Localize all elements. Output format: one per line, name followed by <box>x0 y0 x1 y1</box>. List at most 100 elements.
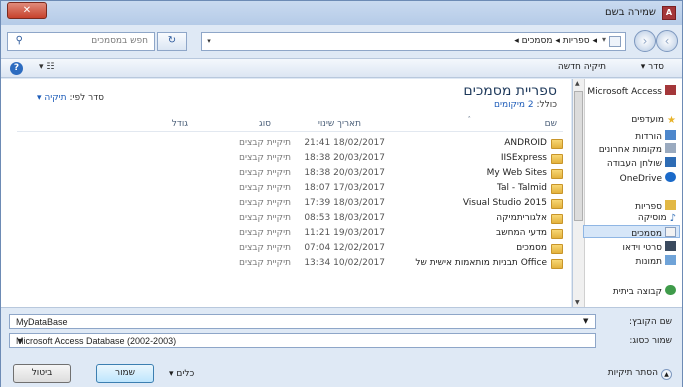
column-header-name[interactable]: שם <box>545 119 557 129</box>
nav-item-music[interactable]: ♪מוסיקה <box>638 213 676 224</box>
nav-item-homegroup[interactable]: קבוצה ביתית <box>613 285 676 297</box>
file-name-value[interactable]: MyDataBase <box>16 317 68 327</box>
nav-item-pictures[interactable]: תמונות <box>636 255 676 267</box>
table-row[interactable]: Visual Studio 2015 18/03/2017 17:39 תיקיית… <box>1 197 571 212</box>
file-type: תיקיית קבצים <box>238 138 291 148</box>
help-icon[interactable]: ? <box>10 62 23 75</box>
nav-item-recent-places[interactable]: מקומות אחרונים <box>599 143 676 155</box>
file-date: 12/02/2017 07:04 <box>304 243 385 253</box>
file-name[interactable]: Office תבניות מותאמות אישית של <box>415 258 547 268</box>
views-icon[interactable]: ☷ ▾ <box>39 62 54 72</box>
column-header-size[interactable]: גודל <box>172 119 188 129</box>
nav-item-desktop[interactable]: שולחן העבודה <box>607 157 676 169</box>
save-type-select[interactable]: Microsoft Access Database (2002-2003) ▼ <box>9 333 596 348</box>
folder-icon <box>551 139 563 149</box>
includes-label: כולל: <box>536 100 557 110</box>
folder-icon <box>551 184 563 194</box>
window-title: שמירה בשם <box>605 7 656 18</box>
scroll-up-icon[interactable]: ▲ <box>575 80 580 87</box>
new-folder-button[interactable]: תיקיה חדשה <box>558 62 606 72</box>
folder-icon <box>551 154 563 164</box>
file-name[interactable]: Tal - Talmid <box>497 183 547 193</box>
file-name[interactable]: IISExpress <box>501 153 547 163</box>
back-arrow-icon[interactable]: › <box>656 30 678 52</box>
file-name-label: שם הקובץ: <box>628 317 672 327</box>
sort-arrow-icon: ˆ <box>467 116 472 124</box>
file-date: 17/03/2017 18:07 <box>304 183 385 193</box>
nav-item-onedrive[interactable]: OneDrive <box>620 172 676 184</box>
folder-icon <box>609 36 621 47</box>
chevron-down-icon[interactable]: ▾ <box>202 33 216 50</box>
file-type: תיקיית קבצים <box>238 243 291 253</box>
table-row[interactable]: Tal - Talmid 17/03/2017 18:07 תיקיית קבצים <box>1 182 571 197</box>
folder-icon <box>551 169 563 179</box>
breadcrumb[interactable]: ▾ ◂ ספריות ◂ מסמכים ◂ ▾ <box>201 32 626 51</box>
refresh-button[interactable]: ↻ <box>157 32 187 51</box>
chevron-down-icon[interactable]: ▼ <box>583 317 588 325</box>
breadcrumb-path[interactable]: ◂ ספריות ◂ מסמכים ◂ <box>514 36 597 46</box>
folder-icon <box>551 229 563 239</box>
hide-folders-label[interactable]: הסתר תיקיות <box>608 368 658 378</box>
libraries-icon <box>665 200 676 210</box>
file-name[interactable]: מסמכים <box>516 243 547 253</box>
scroll-thumb[interactable] <box>574 91 583 221</box>
collapse-up-icon[interactable]: ▲ <box>661 369 672 380</box>
scroll-down-icon[interactable]: ▼ <box>575 299 580 306</box>
nav-item-downloads[interactable]: הורדות <box>635 130 676 142</box>
nav-scrollbar[interactable]: ▲ ▼ <box>573 79 585 307</box>
search-input[interactable]: חפש במסמכים ⚲ <box>7 32 155 51</box>
forward-arrow-icon[interactable]: ‹ <box>634 30 656 52</box>
hide-folders-toggle[interactable]: ▲הסתר תיקיות <box>608 368 672 380</box>
table-row[interactable]: Office תבניות מותאמות אישית של 10/02/2017… <box>1 257 571 272</box>
access-icon <box>665 85 676 95</box>
desktop-icon <box>665 157 676 167</box>
file-name[interactable]: Visual Studio 2015 <box>463 198 547 208</box>
includes-locations-link[interactable]: 2 מיקומים <box>494 100 534 110</box>
nav-item-documents[interactable]: מסמכים <box>631 227 676 239</box>
tools-label[interactable]: כלים <box>176 369 194 379</box>
organize-menu[interactable]: סדר ▾ <box>641 62 664 72</box>
save-button[interactable]: שמור <box>96 364 154 383</box>
file-type: תיקיית קבצים <box>238 168 291 178</box>
file-name-input[interactable]: MyDataBase <box>9 314 596 329</box>
chevron-left-icon[interactable]: ▾ <box>602 35 606 44</box>
file-list-pane: ספריית מסמכים כולל: 2 מיקומים סדר לפי: ת… <box>1 79 571 307</box>
file-name[interactable]: מדעי המחשב <box>496 228 547 238</box>
nav-item-favorites[interactable]: ★מועדפים <box>631 115 676 126</box>
save-type-label: שמור כסוג: <box>629 336 672 346</box>
arrange-label: סדר לפי: <box>69 93 104 103</box>
close-button[interactable]: ✕ <box>7 2 47 19</box>
title-bar: A שמירה בשם ✕ <box>1 1 682 25</box>
chevron-down-icon[interactable]: ▼ <box>16 336 593 346</box>
table-row[interactable]: ANDROID 18/02/2017 21:41 תיקיית קבצים <box>1 137 571 152</box>
file-date: 19/03/2017 11:21 <box>304 228 385 238</box>
homegroup-icon <box>665 285 676 295</box>
column-header-type[interactable]: סוג <box>259 119 271 129</box>
arrange-by-dropdown[interactable]: תיקיה ▾ <box>37 93 67 103</box>
search-icon[interactable]: ⚲ <box>11 35 23 47</box>
file-type: תיקיית קבצים <box>238 153 291 163</box>
pictures-icon <box>665 255 676 265</box>
cancel-button[interactable]: ביטול <box>13 364 71 383</box>
arrange-by: סדר לפי: תיקיה ▾ <box>37 93 104 103</box>
table-row[interactable]: My Web Sites 20/03/2017 18:38 תיקיית קבצים <box>1 167 571 182</box>
search-placeholder: חפש במסמכים <box>91 36 148 46</box>
video-icon <box>665 241 676 251</box>
file-name[interactable]: ANDROID <box>504 138 547 148</box>
tools-menu[interactable]: כלים ▾ <box>169 369 194 379</box>
file-name[interactable]: My Web Sites <box>487 168 547 178</box>
nav-item-microsoft-access[interactable]: Microsoft Access <box>587 85 676 97</box>
library-title: ספריית מסמכים <box>463 83 557 99</box>
folder-icon <box>551 199 563 209</box>
chevron-down-icon[interactable]: ▾ <box>169 369 174 379</box>
file-name[interactable]: אלגוריתמיקה <box>496 213 547 223</box>
nav-item-videos[interactable]: סרטי וידאו <box>623 241 676 253</box>
music-icon: ♪ <box>669 213 676 224</box>
file-date: 18/02/2017 21:41 <box>304 138 385 148</box>
table-row[interactable]: מסמכים 12/02/2017 07:04 תיקיית קבצים <box>1 242 571 257</box>
table-row[interactable]: אלגוריתמיקה 18/03/2017 08:53 תיקיית קבצים <box>1 212 571 227</box>
nav-item-libraries[interactable]: ספריות <box>635 200 676 212</box>
table-row[interactable]: מדעי המחשב 19/03/2017 11:21 תיקיית קבצים <box>1 227 571 242</box>
column-header-date[interactable]: תאריך שינוי <box>318 119 361 129</box>
table-row[interactable]: IISExpress 20/03/2017 18:38 תיקיית קבצים <box>1 152 571 167</box>
